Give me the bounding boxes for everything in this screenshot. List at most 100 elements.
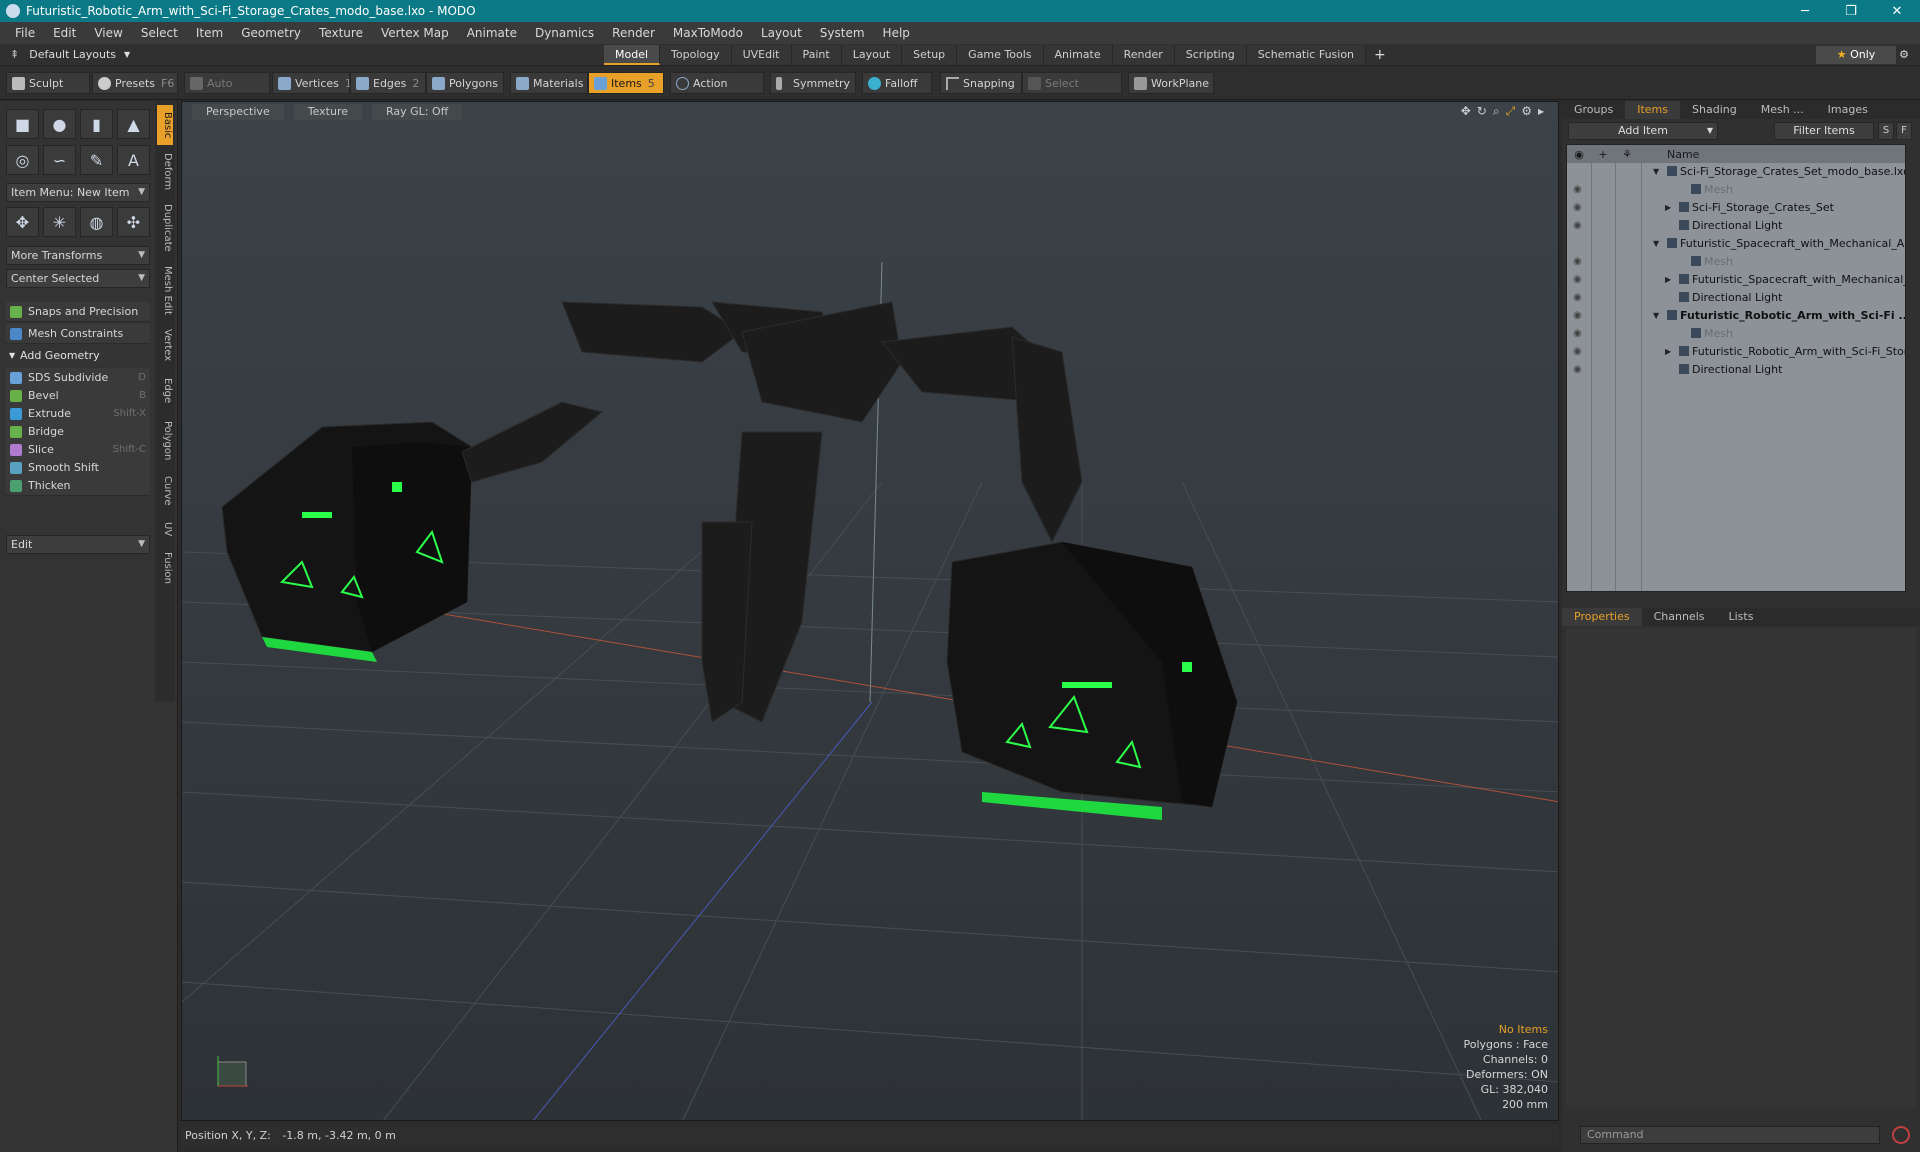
presets-button[interactable]: Presets F6 — [92, 72, 178, 94]
shading-mode-button[interactable]: Texture — [293, 104, 362, 120]
sphere-icon[interactable]: ● — [43, 109, 76, 139]
menu-view[interactable]: View — [85, 26, 131, 40]
expand-icon[interactable]: ▸ — [1538, 104, 1544, 119]
vtab-curve[interactable]: Curve — [157, 471, 173, 511]
menu-help[interactable]: Help — [874, 26, 919, 40]
scale-icon[interactable]: ◍ — [80, 207, 113, 237]
action-center-button[interactable]: Action Center — [670, 72, 764, 112]
record-icon[interactable] — [1892, 1126, 1910, 1144]
rotate-icon[interactable]: ✳ — [43, 207, 76, 237]
tree-row[interactable]: ◉ Mesh — [1567, 253, 1905, 271]
lock-column-icon[interactable]: + — [1591, 148, 1615, 161]
tab-topology[interactable]: Topology — [660, 45, 732, 65]
menu-system[interactable]: System — [811, 26, 874, 40]
workplane-button[interactable]: WorkPlane — [1128, 72, 1214, 94]
maximize-button[interactable]: ❐ — [1828, 4, 1874, 19]
f-button[interactable]: F — [1896, 122, 1912, 140]
vtab-deform[interactable]: Deform — [157, 149, 173, 195]
vtab-mesh-edit[interactable]: Mesh Edit — [157, 261, 173, 319]
tree-row[interactable]: ◉ Mesh — [1567, 325, 1905, 343]
materials-button[interactable]: Materials — [510, 72, 588, 94]
cone-icon[interactable]: ▲ — [117, 109, 150, 139]
visibility-column-icon[interactable]: ◉ — [1567, 148, 1591, 161]
tree-row[interactable]: ◉ ▶ Futuristic_Robotic_Arm_with_Sci-Fi_Sto… — [1567, 343, 1905, 361]
eye-icon[interactable]: ◉ — [1573, 253, 1582, 271]
tab-mesh[interactable]: Mesh ... — [1749, 101, 1816, 119]
only-button[interactable]: ★ Only — [1816, 46, 1896, 64]
tab-uvedit[interactable]: UVEdit — [731, 45, 792, 65]
eye-icon[interactable]: ◉ — [1573, 325, 1582, 343]
s-button[interactable]: S — [1878, 122, 1894, 140]
menu-render[interactable]: Render — [603, 26, 664, 40]
add-item-button[interactable]: Add Item ▼ — [1568, 122, 1718, 140]
menu-file[interactable]: File — [6, 26, 44, 40]
tool-thicken[interactable]: Thicken — [6, 476, 150, 496]
tree-row[interactable]: ◉ Directional Light — [1567, 361, 1905, 379]
tree-row[interactable]: ▼ Sci-Fi_Storage_Crates_Set_modo_base.lxo — [1567, 163, 1905, 181]
menu-geometry[interactable]: Geometry — [232, 26, 310, 40]
menu-edit[interactable]: Edit — [44, 26, 85, 40]
orbit-icon[interactable]: ↻ — [1477, 104, 1487, 119]
item-menu-dropdown[interactable]: Item Menu: New Item ▼ — [6, 183, 150, 202]
eye-icon[interactable]: ◉ — [1573, 199, 1582, 217]
expand-icon[interactable]: ▼ — [1653, 235, 1659, 253]
cylinder-icon[interactable]: ▮ — [80, 109, 113, 139]
items-button[interactable]: Items 5 — [588, 72, 664, 94]
vtab-polygon[interactable]: Polygon — [157, 415, 173, 467]
tab-model[interactable]: Model — [604, 45, 661, 65]
select-through-button[interactable]: Select Through — [1022, 72, 1122, 112]
tool-bevel[interactable]: Bevel B — [6, 386, 150, 406]
sculpt-button[interactable]: Sculpt — [6, 72, 90, 94]
pan-icon[interactable]: ✥ — [1461, 104, 1471, 119]
expand-icon[interactable]: ▶ — [1665, 199, 1671, 217]
3d-viewport[interactable]: Perspective Texture Ray GL: Off ✥ ↻ ⌕ ⤢ … — [181, 101, 1559, 1121]
cube-icon[interactable]: ■ — [6, 109, 39, 139]
menu-item[interactable]: Item — [187, 26, 232, 40]
menu-texture[interactable]: Texture — [310, 26, 372, 40]
tree-row[interactable]: ◉ ▶ Futuristic_Spacecraft_with_Mechanical_… — [1567, 271, 1905, 289]
falloff-button[interactable]: Falloff — [862, 72, 932, 94]
command-input[interactable]: Command — [1580, 1126, 1880, 1144]
tool-slice[interactable]: Slice Shift-C — [6, 440, 150, 460]
tab-game-tools[interactable]: Game Tools — [957, 45, 1044, 65]
gear-icon[interactable]: ⚙ — [1894, 46, 1914, 64]
edit-dropdown[interactable]: Edit ▼ — [6, 535, 150, 554]
center-selected-dropdown[interactable]: Center Selected ▼ — [6, 269, 150, 288]
menu-vertex-map[interactable]: Vertex Map — [372, 26, 458, 40]
tab-channels[interactable]: Channels — [1642, 608, 1717, 626]
eye-icon[interactable]: ◉ — [1573, 217, 1582, 235]
tree-row[interactable]: ◉ ▶ Sci-Fi_Storage_Crates_Set — [1567, 199, 1905, 217]
mesh-constraints-button[interactable]: Mesh Constraints — [6, 324, 150, 344]
tree-row[interactable]: ▼ Futuristic_Spacecraft_with_Mechanical_A… — [1567, 235, 1905, 253]
vtab-vertex[interactable]: Vertex — [157, 323, 173, 367]
vtab-duplicate[interactable]: Duplicate — [157, 199, 173, 257]
name-column-header[interactable]: Name — [1667, 148, 1699, 161]
capsule-icon[interactable]: ∽ — [43, 145, 76, 175]
menu-select[interactable]: Select — [132, 26, 187, 40]
tool-extrude[interactable]: Extrude Shift-X — [6, 404, 150, 424]
view-mode-button[interactable]: Perspective — [192, 104, 284, 120]
auto-select-button[interactable]: Auto Select — [184, 72, 270, 112]
eye-icon[interactable]: ◉ — [1573, 343, 1582, 361]
tab-groups[interactable]: Groups — [1562, 101, 1625, 119]
raygl-button[interactable]: Ray GL: Off — [372, 104, 463, 120]
tree-row[interactable]: ◉ Mesh — [1567, 181, 1905, 199]
vtab-basic[interactable]: Basic — [157, 105, 173, 145]
eye-icon[interactable]: ◉ — [1573, 289, 1582, 307]
tab-animate[interactable]: Animate — [1043, 45, 1113, 65]
collapse-icon[interactable]: ⇞ — [10, 48, 19, 61]
transform-icon[interactable]: ✣ — [117, 207, 150, 237]
vtab-uv[interactable]: UV — [157, 515, 173, 543]
tree-row[interactable]: ◉ Directional Light — [1567, 217, 1905, 235]
expand-icon[interactable]: ▶ — [1665, 271, 1671, 289]
tab-properties[interactable]: Properties — [1562, 608, 1642, 626]
add-geometry-header[interactable]: ▼ Add Geometry — [6, 346, 150, 366]
type-column-icon[interactable]: ⚘ — [1615, 148, 1639, 161]
zoom-icon[interactable]: ⌕ — [1493, 104, 1500, 119]
tab-shading[interactable]: Shading — [1680, 101, 1749, 119]
tab-lists[interactable]: Lists — [1717, 608, 1766, 626]
add-tab-button[interactable]: + — [1366, 45, 1394, 65]
eye-icon[interactable]: ◉ — [1573, 271, 1582, 289]
tab-layout[interactable]: Layout — [841, 45, 903, 65]
tab-paint[interactable]: Paint — [791, 45, 842, 65]
